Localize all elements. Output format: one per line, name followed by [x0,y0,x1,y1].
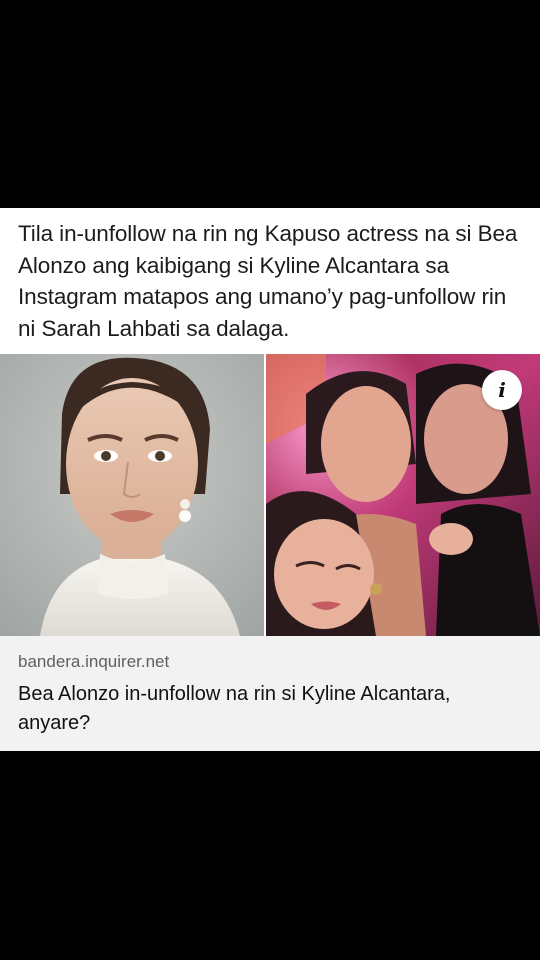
link-headline[interactable]: Bea Alonzo in-unfollow na rin si Kyline … [18,680,523,738]
info-icon: i [498,378,506,402]
portrait-photo [0,354,264,636]
link-domain: bandera.inquirer.net [18,652,170,671]
info-button[interactable]: i [482,370,522,410]
post-card: Tila in-unfollow na rin ng Kapuso actres… [0,208,540,751]
link-preview-card[interactable]: bandera.inquirer.net Bea Alonzo in-unfol… [0,636,540,751]
link-preview-image[interactable]: i [0,354,540,636]
post-caption: Tila in-unfollow na rin ng Kapuso actres… [18,221,518,341]
